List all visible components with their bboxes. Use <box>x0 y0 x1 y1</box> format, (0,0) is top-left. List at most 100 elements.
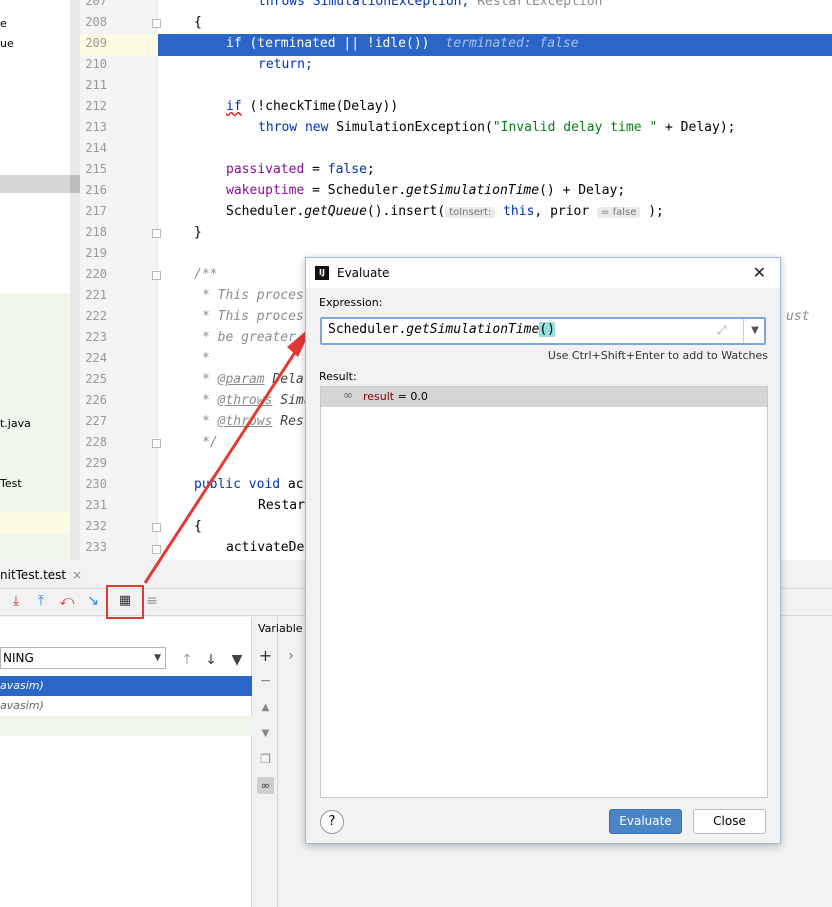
debug-session-tab[interactable]: nitTest.test × <box>0 563 82 587</box>
code-line-226[interactable]: * @throws Simu <box>202 393 312 408</box>
line-number[interactable]: 219 <box>80 246 107 260</box>
move-up-icon[interactable]: ▲ <box>257 699 274 716</box>
code-line-233[interactable]: activateDe <box>226 540 304 555</box>
arrow-down-icon[interactable]: ↓ <box>202 650 220 670</box>
line-number[interactable]: 213 <box>80 120 107 134</box>
result-tree[interactable]: ∞ result = 0.0 <box>320 386 768 798</box>
code-line-224[interactable]: * <box>202 351 210 366</box>
line-number[interactable]: 229 <box>80 456 107 470</box>
close-icon[interactable]: × <box>72 568 82 582</box>
step-into-icon[interactable]: ⤓ <box>7 591 25 611</box>
line-number[interactable]: 224 <box>80 351 107 365</box>
code-line-216[interactable]: wakeuptime = Scheduler.getSimulationTime… <box>226 183 625 198</box>
line-number[interactable]: 212 <box>80 99 107 113</box>
fold-marker[interactable] <box>152 19 161 28</box>
line-number[interactable]: 211 <box>80 78 107 92</box>
arrow-up-icon[interactable]: ↑ <box>178 650 196 670</box>
line-number[interactable]: 215 <box>80 162 107 176</box>
line-number[interactable]: 225 <box>80 372 107 386</box>
code-line-231[interactable]: Restar <box>258 498 305 513</box>
code-line-210[interactable]: return; <box>258 57 313 72</box>
line-number[interactable]: 220 <box>80 267 107 281</box>
line-number[interactable]: 210 <box>80 57 107 71</box>
tree-item[interactable]: t.java <box>0 417 31 430</box>
code-line-209[interactable]: if (terminated || !idle()) terminated: fa… <box>226 36 579 51</box>
tree-selected-row[interactable] <box>0 175 70 193</box>
line-number[interactable]: 228 <box>80 435 107 449</box>
line-number[interactable]: 214 <box>80 141 107 155</box>
help-button[interactable]: ? <box>320 810 344 834</box>
remove-icon[interactable]: − <box>257 673 274 690</box>
fold-marker[interactable] <box>152 271 161 280</box>
code-line-208[interactable]: { <box>194 15 202 30</box>
line-number[interactable]: 227 <box>80 414 107 428</box>
evaluate-button[interactable]: Evaluate <box>609 809 682 834</box>
trace-icon[interactable]: ≡ <box>143 591 161 611</box>
code-line-215[interactable]: passivated = false; <box>226 162 375 177</box>
expression-input[interactable]: Scheduler.getSimulationTime() ⤢ ▼ <box>320 317 766 345</box>
line-number[interactable]: 222 <box>80 309 107 323</box>
javadoc-tag: @throws <box>217 414 273 429</box>
dialog-title-bar[interactable]: IJ Evaluate ✕ <box>306 258 780 288</box>
add-watch-icon[interactable]: + <box>257 647 274 664</box>
fold-marker[interactable] <box>152 439 161 448</box>
code-line-218[interactable]: } <box>194 225 202 240</box>
fold-marker[interactable] <box>152 523 161 532</box>
run-to-cursor-icon[interactable]: ↘ <box>84 591 102 611</box>
line-number[interactable]: 209 <box>80 36 107 50</box>
expand-icon[interactable]: ⤢ <box>717 323 727 338</box>
code-line-212[interactable]: if (!checkTime(Delay)) <box>226 99 398 114</box>
line-number[interactable]: 217 <box>80 204 107 218</box>
close-icon[interactable]: ✕ <box>753 258 766 288</box>
line-number[interactable]: 233 <box>80 540 107 554</box>
line-number[interactable]: 231 <box>80 498 107 512</box>
code-line-223[interactable]: * be greater <box>202 330 296 345</box>
filter-icon[interactable]: ▼ <box>228 650 246 670</box>
code-line-213[interactable]: throw new SimulationException("Invalid d… <box>258 120 735 135</box>
copy-icon[interactable]: ❐ <box>257 751 274 768</box>
code-line-222[interactable]: * This proces <box>202 309 304 324</box>
line-number[interactable]: 230 <box>80 477 107 491</box>
watches-icon[interactable]: ∞ <box>257 777 274 794</box>
code-token: () + Delay; <box>539 183 626 198</box>
tree-item[interactable]: e <box>0 17 7 30</box>
tree-scrollbar[interactable] <box>70 0 80 560</box>
code-token: + Delay); <box>657 120 736 135</box>
chevron-right-icon[interactable]: › <box>282 646 300 666</box>
result-row[interactable]: ∞ result = 0.0 <box>321 387 767 407</box>
drop-frame-icon[interactable]: ⤺ <box>58 591 76 611</box>
line-number[interactable]: 208 <box>80 15 107 29</box>
line-number[interactable]: 223 <box>80 330 107 344</box>
fold-marker[interactable] <box>152 545 161 554</box>
line-number[interactable]: 226 <box>80 393 107 407</box>
line-number[interactable]: 221 <box>80 288 107 302</box>
stack-frame[interactable]: avasim) <box>0 676 252 696</box>
tree-item[interactable]: ue <box>0 37 14 50</box>
move-down-icon[interactable]: ▼ <box>257 725 274 742</box>
chevron-down-icon: ▼ <box>751 325 759 336</box>
history-dropdown-button[interactable]: ▼ <box>743 319 766 343</box>
fold-marker[interactable] <box>152 229 161 238</box>
code-line-228[interactable]: */ <box>202 435 218 450</box>
line-number[interactable]: 207 <box>80 0 107 8</box>
tree-scrollbar-thumb[interactable] <box>70 175 80 193</box>
tree-item[interactable]: Test <box>0 477 22 490</box>
watches-hint: Use Ctrl+Shift+Enter to add to Watches <box>547 349 768 362</box>
stack-frame[interactable]: avasim) <box>0 696 252 716</box>
code-line-227[interactable]: * @throws Rest <box>202 414 312 429</box>
step-out-icon[interactable]: ⤒ <box>32 591 50 611</box>
code-line-230[interactable]: public void ac <box>194 477 304 492</box>
thread-select[interactable]: NING ▼ <box>0 647 166 669</box>
code-line-225[interactable]: * @param Dela <box>202 372 304 387</box>
code-line-220[interactable]: /** <box>194 267 217 282</box>
code-token: SimulationException( <box>328 120 493 135</box>
code-line-207[interactable]: throws SimulationException, RestartExcep… <box>258 0 602 9</box>
line-number[interactable]: 218 <box>80 225 107 239</box>
code-line-221[interactable]: * This proces <box>202 288 304 303</box>
close-button[interactable]: Close <box>693 809 766 834</box>
code-line-217[interactable]: Scheduler.getQueue().insert(toInsert: th… <box>226 204 664 219</box>
code-line-232[interactable]: { <box>194 519 202 534</box>
code-line-222-tail[interactable]: ust <box>786 309 809 324</box>
line-number[interactable]: 216 <box>80 183 107 197</box>
line-number[interactable]: 232 <box>80 519 107 533</box>
